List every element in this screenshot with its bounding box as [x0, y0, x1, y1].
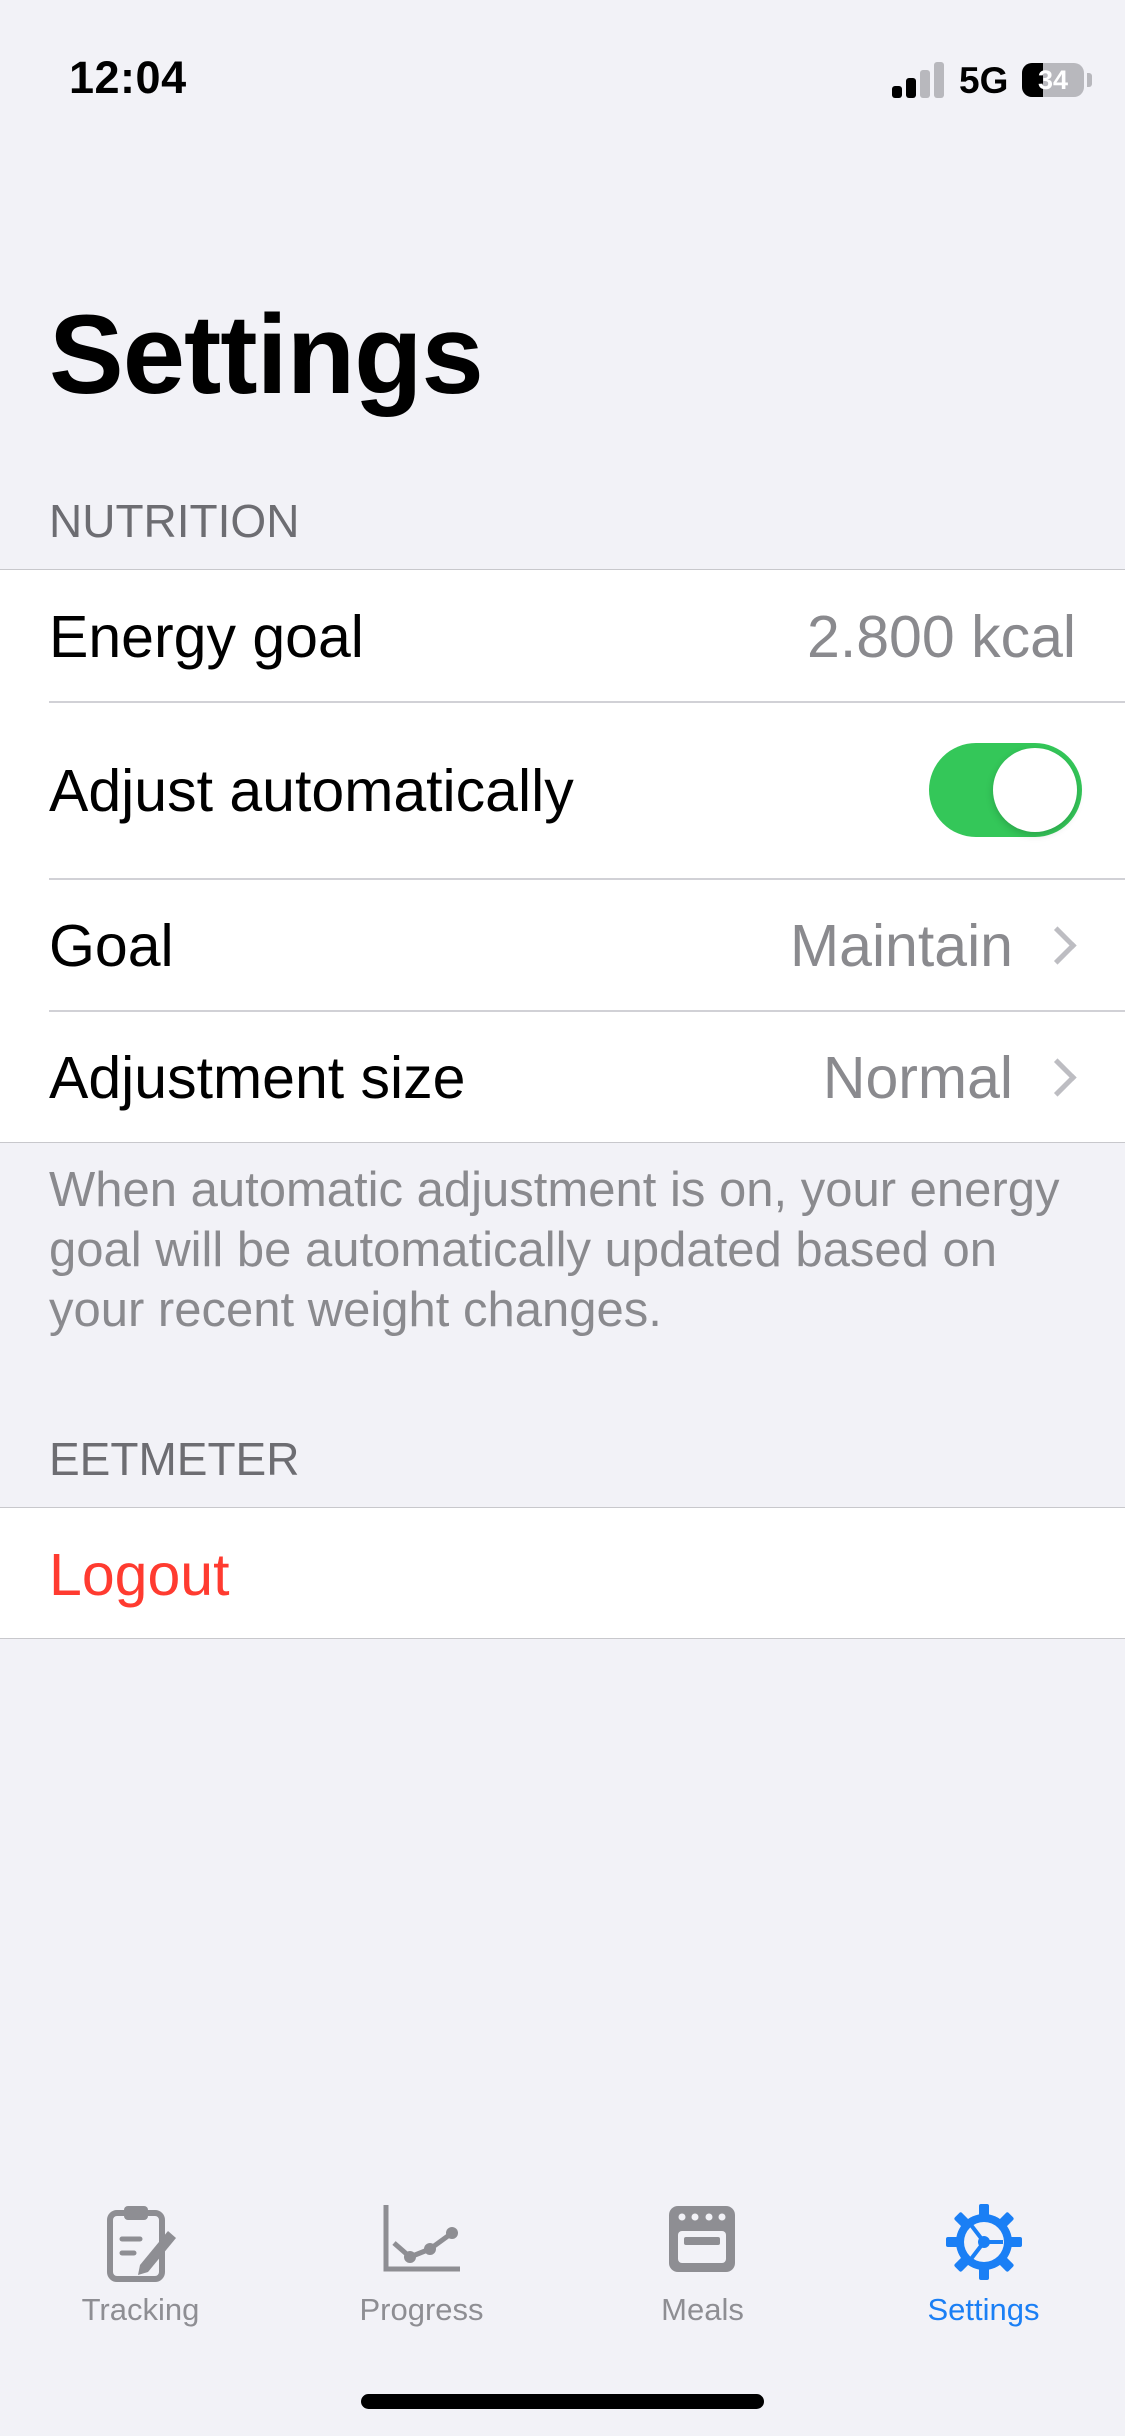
goal-value: Maintain	[789, 913, 1013, 979]
nutrition-settings-group: Energy goal 2.800 kcal Adjust automatica…	[0, 569, 1125, 1143]
adjustment-size-label: Adjustment size	[49, 1045, 466, 1111]
battery-cap	[1087, 73, 1092, 87]
logout-row[interactable]: Logout	[0, 1508, 1125, 1638]
toggle-knob	[993, 748, 1077, 832]
adjustment-size-value: Normal	[822, 1045, 1013, 1111]
adjustment-size-row[interactable]: Adjustment size Normal	[0, 1011, 1125, 1142]
tab-tracking[interactable]: Tracking	[0, 2170, 281, 2350]
chevron-right-icon	[1038, 926, 1077, 965]
status-bar: 12:04 5G 34	[0, 0, 1125, 140]
status-time: 12:04	[69, 52, 187, 103]
tab-label: Progress	[359, 2292, 484, 2327]
page-title: Settings	[49, 292, 484, 417]
chevron-right-icon	[1038, 1058, 1077, 1097]
logout-button[interactable]: Logout	[49, 1541, 229, 1609]
clipboard-edit-icon	[107, 2206, 176, 2282]
tab-progress[interactable]: Progress	[281, 2170, 562, 2350]
adjust-automatically-row: Adjust automatically	[0, 702, 1125, 878]
gear-icon	[946, 2204, 1022, 2280]
section-header-nutrition: NUTRITION	[49, 495, 300, 547]
tab-label: Settings	[927, 2292, 1040, 2327]
adjust-automatically-toggle[interactable]	[929, 743, 1082, 837]
home-indicator[interactable]	[361, 2394, 764, 2409]
adjust-automatically-label: Adjust automatically	[49, 758, 574, 824]
line-chart-icon	[383, 2205, 460, 2272]
tab-meals[interactable]: Meals	[562, 2170, 843, 2350]
eetmeter-settings-group: Logout	[0, 1507, 1125, 1639]
battery-percentage: 34	[1037, 65, 1069, 95]
tab-label: Meals	[661, 2292, 744, 2327]
goal-row[interactable]: Goal Maintain	[0, 879, 1125, 1010]
oven-icon	[669, 2206, 735, 2272]
energy-goal-value: 2.800 kcal	[807, 604, 1076, 670]
tab-label: Tracking	[81, 2292, 200, 2327]
auto-adjust-footer-note: When automatic adjustment is on, your en…	[49, 1163, 1060, 1337]
goal-label: Goal	[49, 913, 174, 979]
cellular-signal-icon	[892, 62, 946, 98]
energy-goal-row[interactable]: Energy goal 2.800 kcal	[0, 570, 1125, 701]
battery-icon: 34	[1022, 63, 1084, 97]
tab-settings[interactable]: Settings	[843, 2170, 1124, 2350]
energy-goal-label: Energy goal	[49, 604, 364, 670]
network-type: 5G	[959, 60, 1009, 101]
section-header-eetmeter: EETMETER	[49, 1433, 300, 1485]
